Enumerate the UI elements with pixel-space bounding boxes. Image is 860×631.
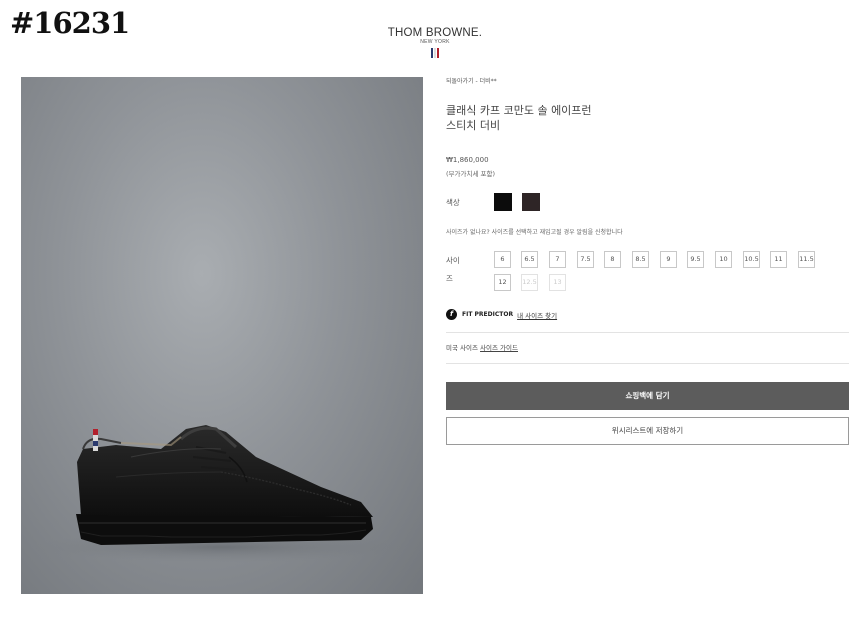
product-title-line1: 클래식 카프 코만도 솔 에이프런	[446, 104, 592, 117]
breadcrumb[interactable]: 되돌아가기 - 더비**	[446, 76, 850, 85]
tax-note: (부가가치세 포함)	[446, 170, 495, 178]
shoe-illustration	[31, 425, 411, 563]
size-option[interactable]: 11	[770, 251, 787, 268]
tricolor-stripe-icon	[385, 48, 485, 58]
flag-stripe-white	[434, 48, 436, 58]
find-my-size-link[interactable]: 내 사이즈 찾기	[517, 310, 557, 320]
product-panel: 되돌아가기 - 더비** 클래식 카프 코만도 솔 에이프런 스티치 더비 ₩1…	[446, 76, 850, 445]
save-to-wishlist-button[interactable]: 위시리스트에 저장하기	[446, 417, 849, 445]
size-option[interactable]: 7.5	[577, 251, 594, 268]
flag-stripe-red	[437, 48, 439, 58]
color-selector: 색상	[446, 193, 550, 211]
flag-stripe-navy	[431, 48, 433, 58]
size-option-unavailable[interactable]: 13	[549, 274, 566, 291]
size-guide-link[interactable]: 사이즈 가이드	[480, 344, 518, 352]
product-title: 클래식 카프 코만도 솔 에이프런 스티치 더비	[446, 103, 850, 133]
fit-predictor-brand: FIT PREDICTOR	[462, 311, 514, 318]
divider	[446, 332, 849, 333]
divider	[446, 363, 849, 364]
size-option[interactable]: 10	[715, 251, 732, 268]
size-option[interactable]: 9.5	[687, 251, 704, 268]
size-restock-note: 사이즈가 없나요? 사이즈를 선택하고 재입고될 경우 알림을 신청합니다	[446, 229, 623, 236]
product-price: ₩1,860,000	[446, 156, 489, 164]
color-swatch-black[interactable]	[494, 193, 512, 211]
size-option[interactable]: 8	[604, 251, 621, 268]
fit-predictor: f FIT PREDICTOR 내 사이즈 찾기	[446, 309, 557, 320]
product-image[interactable]	[21, 77, 423, 594]
size-option[interactable]: 6.5	[521, 251, 538, 268]
size-option[interactable]: 8.5	[632, 251, 649, 268]
color-swatch-dark-brown[interactable]	[522, 193, 540, 211]
size-guide-prefix: 미국 사이즈	[446, 344, 478, 352]
size-option[interactable]: 9	[660, 251, 677, 268]
size-option-unavailable[interactable]: 12.5	[521, 274, 538, 291]
brand-logo[interactable]: THOM BROWNE. NEW YORK	[385, 27, 485, 58]
add-to-bag-button[interactable]: 쇼핑백에 담기	[446, 382, 849, 410]
size-option[interactable]: 7	[549, 251, 566, 268]
size-option[interactable]: 6	[494, 251, 511, 268]
size-option[interactable]: 11.5	[798, 251, 815, 268]
color-label: 색상	[446, 197, 460, 207]
product-title-line2: 스티치 더비	[446, 119, 501, 132]
size-option[interactable]: 12	[494, 274, 511, 291]
size-label: 사이즈	[446, 256, 460, 283]
size-option[interactable]: 10.5	[743, 251, 760, 268]
brand-name: THOM BROWNE.	[387, 27, 483, 39]
size-guide-row: 미국 사이즈 사이즈 가이드	[446, 342, 518, 352]
brand-subtitle: NEW YORK	[420, 39, 450, 45]
watermark-id: #16231	[10, 6, 130, 40]
fit-predictor-icon: f	[446, 309, 457, 320]
